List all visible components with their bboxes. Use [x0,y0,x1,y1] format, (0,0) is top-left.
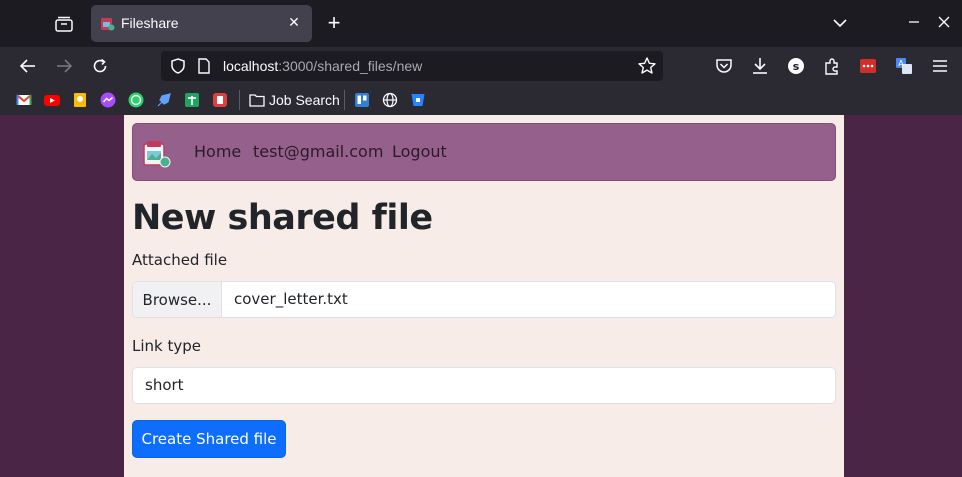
tab-overview-icon[interactable] [50,12,78,36]
trello-bookmark-icon[interactable] [354,92,370,108]
browser-navigation-bar: localhost:3000/shared_files/new s A [0,47,962,85]
minimize-icon[interactable] [902,12,926,36]
forward-arrow-icon[interactable] [51,54,77,78]
browser-tab-bar: Fileshare ✕ + [0,0,962,47]
bookmark-star-icon[interactable] [637,56,657,76]
page-info-icon[interactable] [197,58,211,74]
browse-button[interactable]: Browse... [133,282,222,317]
globe-bookmark-icon[interactable] [382,92,398,108]
bookmark-separator [239,90,240,110]
url-text[interactable]: localhost:3000/shared_files/new [223,58,422,74]
launch-bookmark-icon[interactable] [156,92,172,108]
selected-file-name: cover_letter.txt [234,290,348,308]
keep-bookmark-icon[interactable] [72,92,88,108]
browser-tab[interactable]: Fileshare ✕ [91,5,312,42]
translate-extension-icon[interactable]: A [892,54,916,78]
bookmarks-toolbar: Job Search [0,85,962,115]
hamburger-menu-icon[interactable] [928,54,952,78]
bookmark-folder-job-search[interactable]: Job Search [249,91,340,109]
nav-link-home[interactable]: Home [194,142,241,161]
attached-file-label: Attached file [132,251,228,269]
whatsapp-bookmark-icon[interactable] [128,92,144,108]
svg-text:s: s [793,60,800,73]
address-bar[interactable]: localhost:3000/shared_files/new [161,51,663,81]
url-path: :3000/shared_files/new [278,58,423,74]
link-type-selected-value: short [145,376,184,394]
create-shared-file-button[interactable]: Create Shared file [132,420,286,458]
bitbucket-bookmark-icon[interactable] [410,92,426,108]
fileshare-favicon-icon [100,16,115,31]
back-arrow-icon[interactable] [15,54,41,78]
site-navbar: Home test@gmail.com Logout [132,123,836,181]
page-viewport: Home test@gmail.com Logout New shared fi… [0,115,962,477]
sheets-bookmark-icon[interactable] [184,92,200,108]
close-window-icon[interactable] [932,12,956,36]
youtube-bookmark-icon[interactable] [44,92,60,108]
tab-title: Fileshare [121,15,179,31]
link-type-select[interactable]: short [132,367,836,404]
nav-user-email[interactable]: test@gmail.com [253,142,383,161]
attached-file-input[interactable]: Browse... cover_letter.txt [132,281,836,318]
close-tab-icon[interactable]: ✕ [284,13,304,33]
url-host: localhost [223,58,279,74]
folder-icon [249,94,265,107]
bookmark-folder-label: Job Search [269,92,340,108]
downloads-icon[interactable] [748,54,772,78]
new-tab-icon[interactable]: + [322,12,346,36]
reload-icon[interactable] [87,54,113,78]
red-app-bookmark-icon[interactable] [212,92,228,108]
pocket-icon[interactable] [712,54,736,78]
tracking-protection-shield-icon[interactable] [169,57,187,75]
bookmark-separator [344,90,345,110]
nav-link-logout[interactable]: Logout [392,142,447,161]
page-title: New shared file [132,198,433,238]
account-avatar-icon[interactable]: s [784,54,808,78]
link-type-label: Link type [132,337,201,355]
svg-text:A: A [898,59,904,68]
gmail-bookmark-icon[interactable] [16,92,32,108]
messenger-bookmark-icon[interactable] [100,92,116,108]
page-container: Home test@gmail.com Logout New shared fi… [124,115,844,477]
extensions-puzzle-icon[interactable] [820,54,844,78]
list-all-tabs-icon[interactable] [828,12,852,36]
fileshare-logo-icon[interactable] [141,138,171,168]
lastpass-extension-icon[interactable] [856,54,880,78]
